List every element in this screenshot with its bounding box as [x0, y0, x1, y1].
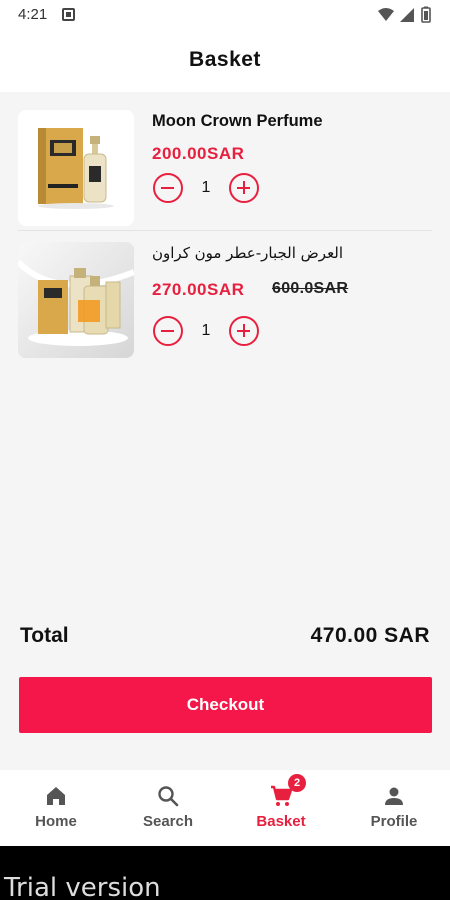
total-value: 470.00 SAR: [310, 624, 430, 647]
nav-basket[interactable]: 2 Basket: [225, 770, 337, 846]
trial-banner: Trial version: [0, 846, 450, 900]
nav-search-label: Search: [142, 813, 194, 830]
basket-item[interactable]: Moon Crown Perfume 200.00SAR 1: [0, 92, 450, 232]
checkout-button[interactable]: Checkout: [19, 677, 432, 733]
nav-basket-label: Basket: [256, 813, 306, 830]
status-icons: [378, 6, 431, 23]
status-bar: 4:21: [0, 0, 450, 30]
decrease-quantity-button[interactable]: [153, 316, 183, 346]
basket-count-badge: 2: [288, 774, 306, 792]
basket-item[interactable]: العرض الجبار-عطر مون كراون 270.00SAR 600…: [0, 232, 450, 372]
divider: [18, 230, 432, 231]
nav-profile[interactable]: Profile: [338, 770, 450, 846]
product-price: 200.00SAR: [152, 144, 245, 163]
page-title: Basket: [189, 48, 261, 71]
product-original-price: 600.0SAR: [272, 280, 349, 297]
person-icon: [385, 787, 403, 805]
quantity-value: 1: [201, 179, 211, 196]
nav-home-label: Home: [35, 813, 77, 830]
home-icon: [47, 787, 65, 805]
trial-text: Trial version: [4, 873, 161, 900]
total-label: Total: [20, 624, 69, 647]
status-time: 4:21: [18, 6, 48, 23]
search-icon: [158, 786, 179, 807]
app-bar: Basket: [0, 30, 450, 92]
wifi-icon: [378, 8, 394, 21]
increase-quantity-button[interactable]: [229, 316, 259, 346]
product-price: 270.00SAR: [152, 280, 245, 299]
bottom-navigation: Home Search 2 Basket Profile: [0, 770, 450, 846]
product-image: [18, 110, 134, 226]
product-name[interactable]: Moon Crown Perfume: [152, 112, 323, 131]
nav-home[interactable]: Home: [0, 770, 112, 846]
decrease-quantity-button[interactable]: [153, 173, 183, 203]
product-image: [18, 242, 134, 358]
signal-icon: [400, 8, 414, 22]
quantity-value: 1: [201, 322, 211, 339]
nav-search[interactable]: Search: [112, 770, 224, 846]
product-name[interactable]: العرض الجبار-عطر مون كراون: [152, 244, 343, 262]
increase-quantity-button[interactable]: [229, 173, 259, 203]
notification-icon: [62, 8, 75, 21]
nav-profile-label: Profile: [370, 813, 418, 830]
